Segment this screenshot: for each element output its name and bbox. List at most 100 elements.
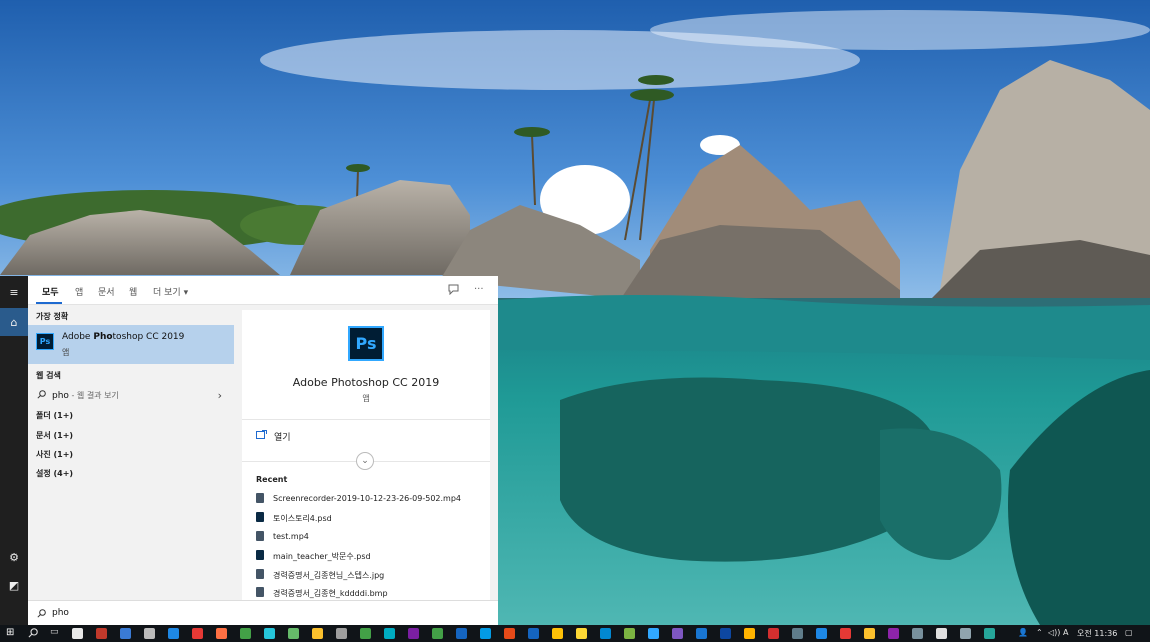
taskbar-app-icon[interactable]: [240, 628, 251, 639]
taskbar-app-icon[interactable]: [144, 628, 155, 639]
result-preview-pane: Ps Adobe Photoshop CC 2019 앱 열기 ⌄ Recent…: [242, 310, 490, 600]
web-search-heading: 웹 검색: [36, 371, 61, 380]
taskbar-app-icon[interactable]: [912, 628, 923, 639]
recent-file-item[interactable]: Screenrecorder-2019-10-12-23-26-09-502.m…: [256, 492, 486, 506]
tab-documents[interactable]: 문서: [98, 285, 115, 298]
best-match-result[interactable]: Ps Adobe Photoshop CC 2019 앱: [28, 325, 234, 364]
taskbar-app-icon[interactable]: [864, 628, 875, 639]
chevron-down-icon: ▾: [183, 288, 189, 298]
recent-file-item[interactable]: 경력증명서_김종현님_스텝스.jpg: [256, 568, 486, 582]
taskbar-app-icon[interactable]: [888, 628, 899, 639]
taskbar-app-icon[interactable]: [96, 628, 107, 639]
chevron-right-icon: ›: [217, 389, 222, 402]
taskbar-app-icon[interactable]: [648, 628, 659, 639]
user-account-icon[interactable]: ◩: [0, 571, 28, 599]
start-left-rail: ≡ ⌂ ⚙ ◩: [0, 276, 28, 625]
taskbar-app-icon[interactable]: [576, 628, 587, 639]
search-box[interactable]: pho: [28, 600, 498, 625]
taskbar-app-icon[interactable]: [816, 628, 827, 639]
tab-all[interactable]: 모두: [42, 285, 59, 298]
category-settings[interactable]: 설정 (4+): [36, 468, 73, 479]
people-icon[interactable]: 👤: [1018, 628, 1028, 637]
ime-indicator[interactable]: A: [1063, 628, 1068, 637]
taskbar-app-icon[interactable]: [624, 628, 635, 639]
preview-type: 앱: [362, 394, 370, 403]
recent-file-item[interactable]: main_teacher_박문수.psd: [256, 549, 486, 563]
taskbar-app-icon[interactable]: [552, 628, 563, 639]
settings-gear-icon[interactable]: ⚙: [0, 543, 28, 571]
taskbar-app-icon[interactable]: [960, 628, 971, 639]
search-filter-tabs: 모두 앱 문서 웹 더 보기 ▾ ···: [28, 276, 498, 305]
taskbar-app-icon[interactable]: [72, 628, 83, 639]
search-input[interactable]: pho: [52, 608, 69, 618]
search-icon[interactable]: [28, 628, 38, 638]
taskbar-app-icon[interactable]: [528, 628, 539, 639]
divider: [242, 419, 490, 420]
taskbar-app-icon[interactable]: [504, 628, 515, 639]
taskbar-app-icon[interactable]: [936, 628, 947, 639]
tab-more-label: 더 보기: [153, 288, 181, 298]
taskbar-app-icon[interactable]: [384, 628, 395, 639]
windows-start-icon[interactable]: ⊞: [6, 627, 14, 638]
open-icon: [256, 430, 267, 439]
options-ellipsis-icon[interactable]: ···: [474, 284, 484, 295]
expand-chevron-icon[interactable]: ⌄: [356, 452, 374, 470]
chevron-up-icon[interactable]: ⌃: [1036, 628, 1043, 637]
taskbar-app-icon[interactable]: [432, 628, 443, 639]
search-icon: [37, 390, 46, 399]
taskbar-app-icon[interactable]: [168, 628, 179, 639]
recent-heading: Recent: [256, 475, 288, 484]
taskbar-app-icon[interactable]: [792, 628, 803, 639]
taskbar-app-icon[interactable]: [408, 628, 419, 639]
search-results-list: 가장 정확 Ps Adobe Photoshop CC 2019 앱 웹 검색 …: [28, 306, 234, 600]
taskbar-app-icon[interactable]: [840, 628, 851, 639]
active-tab-indicator: [36, 302, 62, 304]
taskbar-app-icon[interactable]: [696, 628, 707, 639]
taskbar-app-icon[interactable]: [216, 628, 227, 639]
task-view-icon[interactable]: ▭: [50, 627, 59, 637]
taskbar-app-icon[interactable]: [984, 628, 995, 639]
best-match-heading: 가장 정확: [36, 312, 69, 321]
open-label: 열기: [274, 433, 291, 443]
taskbar-app-icon[interactable]: [264, 628, 275, 639]
web-search-result[interactable]: pho - 웹 결과 보기 ›: [28, 386, 234, 406]
best-match-name: Adobe Photoshop CC 2019: [62, 332, 185, 342]
taskbar-app-icon[interactable]: [480, 628, 491, 639]
taskbar-app-icon[interactable]: [456, 628, 467, 639]
best-match-type: 앱: [62, 348, 70, 357]
recent-file-item[interactable]: 경력증명서_김종현_kddddi.bmp: [256, 586, 486, 600]
category-photos[interactable]: 사진 (1+): [36, 449, 73, 460]
clock[interactable]: 오전 11:36: [1077, 628, 1117, 639]
feedback-icon[interactable]: [448, 284, 459, 298]
web-search-query: pho - 웹 결과 보기: [52, 391, 119, 401]
image-file-icon: [256, 569, 264, 579]
tab-web[interactable]: 웹: [129, 285, 137, 298]
taskbar-app-icon[interactable]: [192, 628, 203, 639]
hamburger-menu-icon[interactable]: ≡: [0, 278, 28, 306]
photoshop-large-icon: Ps: [348, 326, 384, 361]
taskbar-app-icon[interactable]: [744, 628, 755, 639]
tab-more[interactable]: 더 보기 ▾: [153, 285, 188, 298]
recent-file-item[interactable]: 토이스토리4.psd: [256, 511, 486, 525]
taskbar-app-icon[interactable]: [360, 628, 371, 639]
taskbar-app-icon[interactable]: [768, 628, 779, 639]
video-file-icon: [256, 531, 264, 541]
category-folders[interactable]: 폴더 (1+): [36, 410, 73, 421]
windows-search-panel: 모두 앱 문서 웹 더 보기 ▾ ··· 가장 정확 Ps Adobe Phot…: [28, 276, 498, 625]
taskbar-app-icon[interactable]: [288, 628, 299, 639]
home-icon[interactable]: ⌂: [0, 308, 28, 336]
preview-title: Adobe Photoshop CC 2019: [292, 376, 440, 389]
tab-apps[interactable]: 앱: [75, 285, 83, 298]
taskbar-app-icon[interactable]: [312, 628, 323, 639]
taskbar-app-icon[interactable]: [600, 628, 611, 639]
notification-icon[interactable]: ▢: [1125, 628, 1133, 637]
taskbar-app-icon[interactable]: [720, 628, 731, 639]
category-documents[interactable]: 문서 (1+): [36, 430, 73, 441]
taskbar-app-icon[interactable]: [336, 628, 347, 639]
taskbar-app-icon[interactable]: [120, 628, 131, 639]
taskbar-app-icon[interactable]: [672, 628, 683, 639]
psd-file-icon: [256, 512, 264, 522]
volume-icon[interactable]: ◁)): [1048, 628, 1060, 637]
video-file-icon: [256, 493, 264, 503]
recent-file-item[interactable]: test.mp4: [256, 530, 486, 544]
